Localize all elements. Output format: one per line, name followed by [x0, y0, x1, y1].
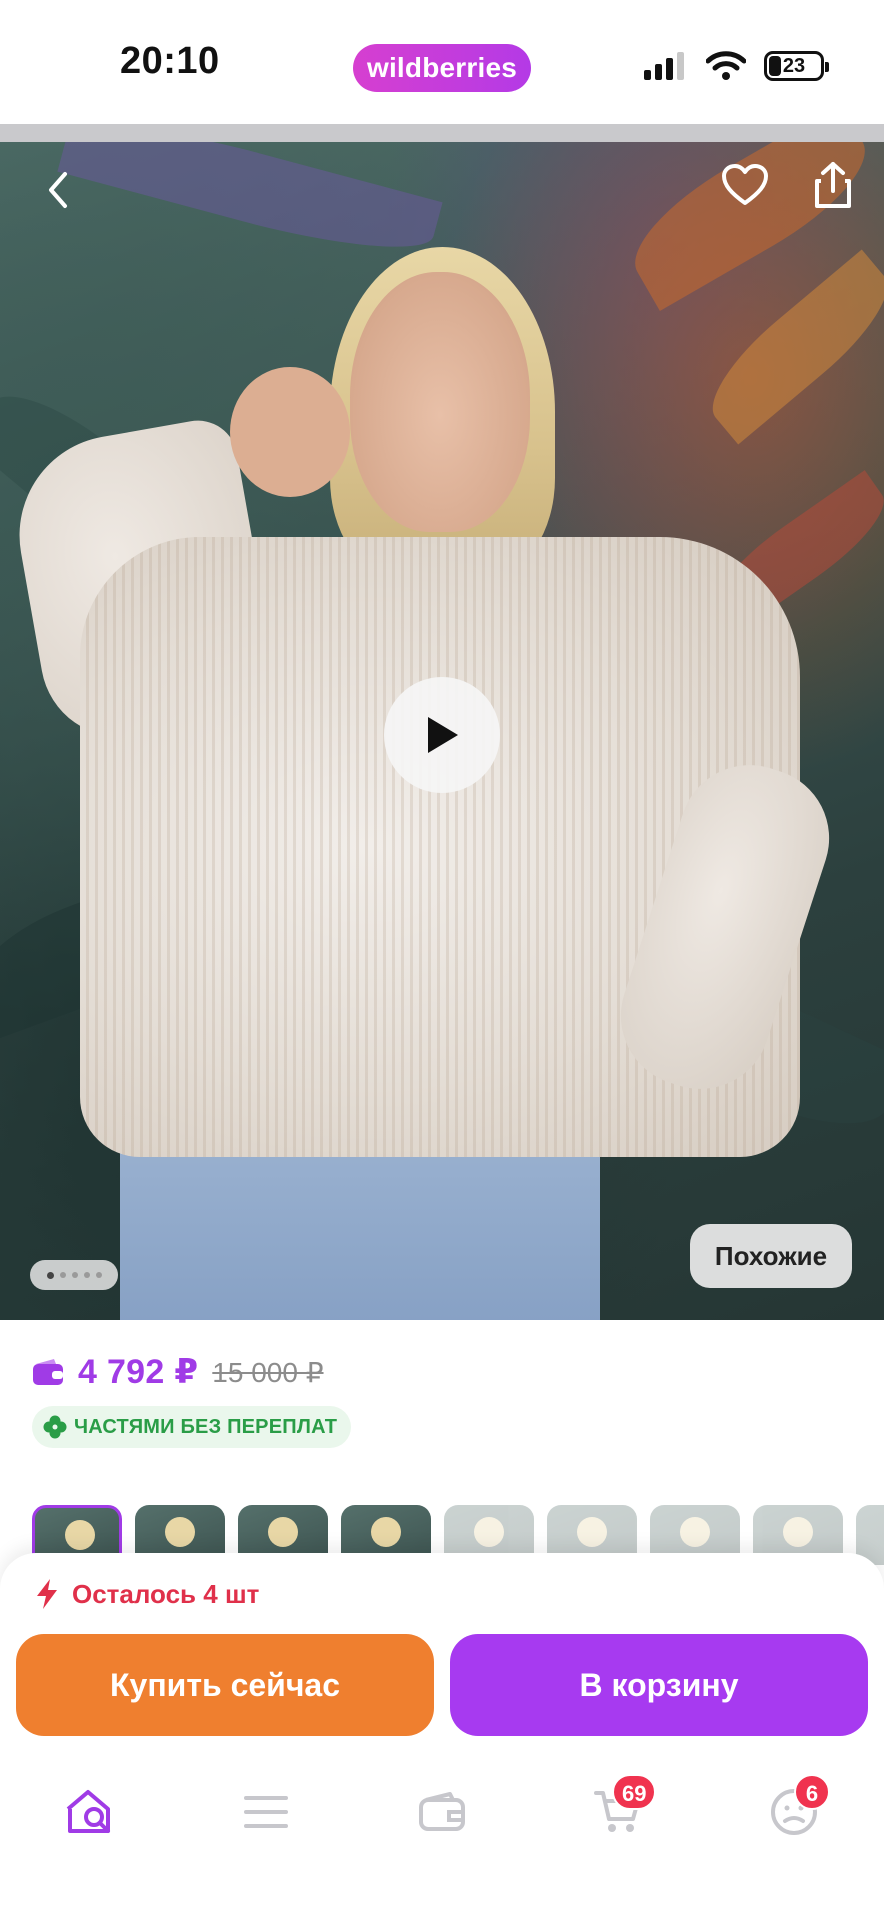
cellular-signal-icon: [644, 52, 684, 80]
back-button[interactable]: [30, 162, 86, 218]
product-page: 20:10 wildberries 23 Похожие 4 792 ₽ 15 …: [0, 0, 884, 1920]
menu-icon: [244, 1796, 288, 1828]
chevron-left-icon: [49, 172, 67, 208]
add-to-cart-button[interactable]: В корзину: [450, 1634, 868, 1736]
heart-icon: [722, 164, 768, 205]
play-video-button[interactable]: [384, 677, 500, 793]
status-icons: 23: [644, 48, 829, 84]
background-leaf: [57, 142, 443, 270]
pagination-dot: [46, 1271, 54, 1279]
battery-icon: 23: [764, 51, 829, 81]
stock-label: Осталось 4 шт: [72, 1578, 260, 1609]
status-time: 20:10: [120, 40, 220, 82]
price-row: 4 792 ₽ 15 000 ₽: [32, 1350, 324, 1394]
home-search-icon: [66, 1790, 110, 1833]
nav-cart[interactable]: 69: [588, 1774, 657, 1842]
favorite-button[interactable]: [716, 156, 774, 214]
brand-logo: wildberries: [353, 44, 531, 92]
cart-badge: 69: [612, 1774, 657, 1810]
nav-catalog[interactable]: [236, 1782, 296, 1842]
gallery-pagination: [30, 1260, 118, 1290]
buy-now-button[interactable]: Купить сейчас: [16, 1634, 434, 1736]
nav-profile[interactable]: 6: [764, 1774, 830, 1842]
battery-level: 23: [782, 54, 806, 77]
similar-products-button[interactable]: Похожие: [690, 1224, 852, 1288]
share-icon: [815, 162, 851, 208]
model-face: [350, 272, 530, 532]
price-current: 4 792 ₽: [78, 1353, 199, 1391]
pagination-dot: [95, 1272, 102, 1278]
share-button[interactable]: [804, 156, 862, 214]
pagination-dot: [59, 1272, 66, 1278]
installment-badge[interactable]: ЧАСТЯМИ БЕЗ ПЕРЕПЛАТ: [32, 1406, 352, 1448]
stock-warning: Осталось 4 шт: [34, 1572, 259, 1616]
wallet-icon: [33, 1359, 63, 1385]
profile-badge: 6: [794, 1774, 830, 1810]
wifi-icon: [706, 51, 746, 80]
play-icon: [428, 717, 458, 753]
pagination-dot: [83, 1272, 90, 1278]
pagination-dot: [71, 1272, 78, 1278]
product-image-gallery[interactable]: Похожие: [0, 142, 884, 1320]
price-old: 15 000 ₽: [212, 1356, 324, 1388]
model-hand: [230, 367, 350, 497]
installment-label: ЧАСТЯМИ БЕЗ ПЕРЕПЛАТ: [74, 1415, 338, 1438]
lightning-icon: [37, 1579, 57, 1609]
nav-wallet[interactable]: [412, 1782, 472, 1842]
background-leaf: [693, 249, 884, 445]
divider: [0, 124, 884, 142]
bottom-navigation: 69 6: [0, 1760, 884, 1880]
status-bar: 20:10 wildberries 23: [0, 0, 884, 124]
clover-icon: [43, 1415, 67, 1439]
nav-home-search[interactable]: [60, 1782, 120, 1842]
wallet-icon: [419, 1792, 465, 1831]
